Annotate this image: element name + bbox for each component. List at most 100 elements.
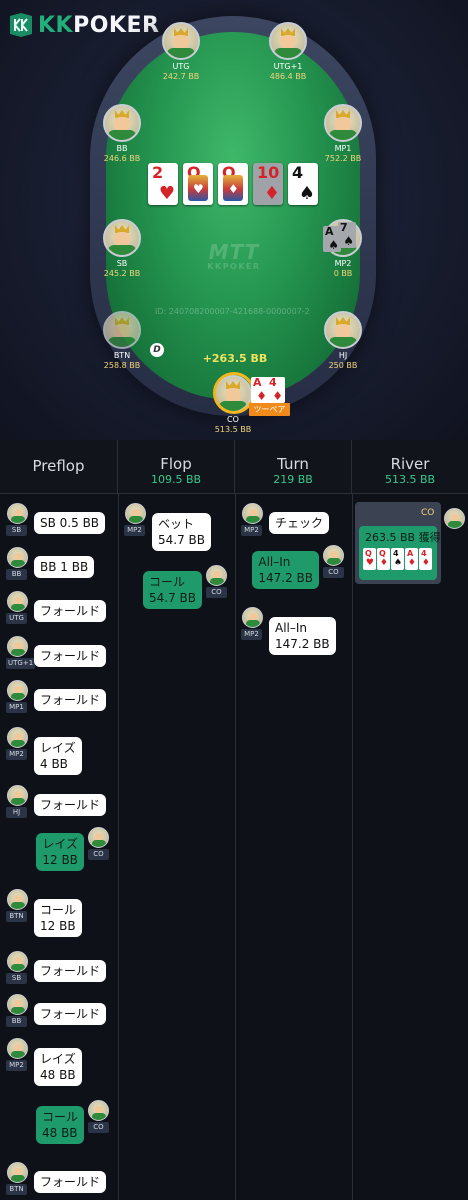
action-label: フォールド	[40, 693, 101, 707]
street-header-preflop[interactable]: Preflop	[0, 440, 118, 494]
player-avatar	[206, 565, 227, 586]
action-bubble: フォールド	[34, 689, 107, 711]
action-entry-preflop: BTN コール 12 BB	[0, 889, 117, 949]
seat-btn[interactable]: BTN 258.8 BB	[82, 311, 162, 371]
river-card-2: Q ♦	[377, 548, 390, 570]
action-bubble: フォールド	[34, 645, 107, 667]
action-bubble: レイズ 12 BB	[36, 833, 84, 871]
header-divider	[0, 493, 468, 494]
action-amount: 147.2 BB	[258, 571, 313, 585]
river-winner-label: CO	[421, 508, 435, 518]
action-entry-preflop: BTN フォールド	[0, 1162, 117, 1198]
position-tag: UTG+1	[6, 658, 36, 669]
mp2-hole-card-2: 7 ♠	[338, 221, 356, 248]
kkpoker-logo: KKPOKER	[8, 12, 159, 38]
seat-utg[interactable]: UTG 242.7 BB	[141, 22, 221, 82]
action-label: All–In	[275, 621, 308, 635]
action-bubble: レイズ 48 BB	[34, 1048, 82, 1086]
street-header-flop[interactable]: Flop 109.5 BB	[118, 440, 235, 494]
action-label: BB 1 BB	[40, 560, 89, 574]
action-bubble: フォールド	[34, 1003, 107, 1025]
position-tag: MP2	[241, 525, 262, 536]
position-tag: HJ	[6, 807, 27, 818]
action-bubble: フォールド	[34, 960, 107, 982]
action-amount: 12 BB	[40, 919, 76, 933]
position-tag: MP2	[124, 525, 145, 536]
position-tag: BTN	[6, 1184, 27, 1195]
board-card-5: 4 ♠	[288, 163, 318, 205]
player-avatar	[125, 503, 146, 524]
avatar	[324, 104, 362, 142]
avatar	[103, 311, 141, 349]
position-tag: MP2	[6, 1060, 27, 1071]
player-avatar	[88, 1100, 109, 1121]
player-avatar	[7, 951, 28, 972]
action-entry-turn: CO All–In 147.2 BB	[235, 545, 352, 605]
action-entry-preflop: CO レイズ 12 BB	[0, 827, 117, 887]
action-bubble: コール 12 BB	[34, 899, 83, 937]
player-avatar	[7, 1038, 28, 1059]
river-card-4: A ♦	[405, 548, 418, 570]
tournament-watermark: MTT KKPOKER	[207, 240, 261, 271]
action-log[interactable]: Preflop Flop 109.5 BB Turn 219 BB River …	[0, 440, 468, 1200]
seat-hj[interactable]: HJ 250 BB	[303, 311, 383, 371]
action-label: コール	[40, 903, 77, 917]
seat-bb[interactable]: BB 246.6 BB	[82, 104, 162, 164]
action-amount: 54.7 BB	[149, 591, 196, 605]
position-tag: MP2	[6, 749, 27, 760]
action-entry-preflop: SB SB 0.5 BB	[0, 503, 117, 539]
action-label: フォールド	[40, 1175, 101, 1189]
street-header-river[interactable]: River 513.5 BB	[352, 440, 468, 494]
position-tag: SB	[6, 973, 27, 984]
seat-mp1[interactable]: MP1 752.2 BB	[303, 104, 383, 164]
action-label: フォールド	[40, 798, 101, 812]
player-avatar	[7, 636, 28, 657]
action-label: SB 0.5 BB	[40, 516, 100, 530]
action-entry-preflop: BB BB 1 BB	[0, 547, 117, 583]
seat-sb[interactable]: SB 245.2 BB	[82, 219, 162, 279]
action-label: フォールド	[40, 649, 101, 663]
action-amount: 48 BB	[41, 1126, 78, 1140]
hand-id: ID: 240708200007-421688-0000007-2	[155, 307, 310, 316]
action-label: フォールド	[40, 964, 101, 978]
position-tag: SB	[6, 525, 27, 536]
action-label: コール	[149, 575, 186, 589]
board-card-2: Q ♥	[183, 163, 213, 205]
action-entry-flop: MP2 ベット 54.7 BB	[118, 503, 235, 563]
action-entry-turn: MP2 チェック	[235, 503, 352, 539]
street-header-turn[interactable]: Turn 219 BB	[235, 440, 352, 494]
player-avatar	[242, 607, 263, 628]
action-amount: 48 BB	[40, 1068, 76, 1082]
action-bubble: コール 48 BB	[35, 1106, 84, 1144]
river-result-panel: CO 263.5 BB 獲得 Q ♥ Q ♦ 4 ♠ A ♦ 4 ♦	[355, 502, 441, 584]
action-entry-preflop: BB フォールド	[0, 994, 117, 1030]
position-tag: MP2	[241, 629, 262, 640]
action-amount: 147.2 BB	[275, 637, 330, 651]
player-avatar	[7, 889, 28, 910]
action-label: All–In	[258, 555, 291, 569]
river-win-bubble: 263.5 BB 獲得 Q ♥ Q ♦ 4 ♠ A ♦ 4 ♦	[359, 526, 441, 580]
avatar	[324, 311, 362, 349]
action-bubble: コール 54.7 BB	[143, 571, 202, 609]
action-amount: 12 BB	[42, 853, 78, 867]
action-label: コール	[41, 1110, 78, 1124]
position-tag: BTN	[6, 911, 27, 922]
river-win-text: 263.5 BB 獲得	[365, 531, 441, 544]
player-avatar	[242, 503, 263, 524]
action-label: フォールド	[40, 1007, 101, 1021]
kkpoker-logo-icon	[10, 13, 32, 37]
avatar	[103, 219, 141, 257]
player-avatar	[7, 1162, 28, 1183]
position-tag: CO	[88, 849, 109, 860]
action-entry-turn: MP2 All–In 147.2 BB	[235, 607, 352, 667]
board-card-1: 2 ♥	[148, 163, 178, 205]
position-tag: BB	[6, 1016, 27, 1027]
board-card-4: 10 ♦	[253, 163, 283, 205]
player-avatar	[7, 785, 28, 806]
action-label: レイズ	[42, 837, 78, 851]
hero-hole-card-2: 4 ♦	[267, 376, 285, 403]
seat-utg1[interactable]: UTG+1 486.4 BB	[248, 22, 328, 82]
action-entry-preflop: MP2 レイズ 4 BB	[0, 727, 117, 787]
river-card-1: Q ♥	[363, 548, 376, 570]
action-label: レイズ	[40, 1052, 76, 1066]
